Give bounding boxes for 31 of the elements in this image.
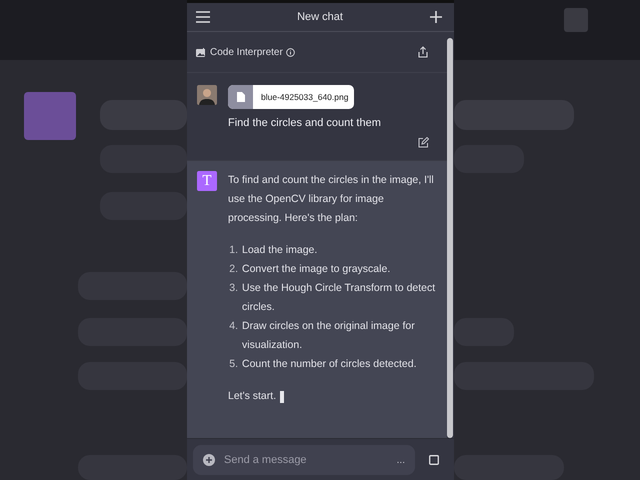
user-message-text: Find the circles and count them (228, 117, 381, 129)
assistant-intro: To find and count the circles in the image, I'll use the OpenCV library for image processing. Here's the plan: (228, 173, 435, 226)
step-text: Draw circles on the original image for visualization. (242, 319, 416, 353)
assistant-avatar: T (197, 171, 217, 191)
step-text: Convert the image to grayscale. (242, 262, 390, 277)
cursor-icon (280, 390, 284, 402)
share-icon[interactable] (418, 46, 428, 58)
step-text: Count the number of circles detected. (242, 357, 417, 372)
step-text: Load the image. (242, 243, 318, 258)
image-plugin-icon (196, 48, 206, 56)
scrollbar-thumb[interactable] (447, 38, 453, 438)
user-avatar (197, 85, 217, 105)
step-number: 1. (228, 243, 238, 258)
closing-text: Let's start. (228, 389, 276, 404)
plus-circle-icon[interactable] (203, 454, 215, 466)
info-icon[interactable] (286, 48, 295, 56)
message-field[interactable]: Send a message ... (193, 445, 415, 475)
step-text: Use the Hough Circle Transform to detect circles. (242, 281, 436, 315)
more-button[interactable]: ... (396, 454, 405, 466)
plus-icon[interactable] (430, 11, 442, 23)
edit-icon[interactable] (418, 137, 429, 148)
file-attachment[interactable]: blue-4925033_640.png (228, 85, 354, 109)
step-number: 3. (228, 281, 238, 296)
stop-icon[interactable] (429, 455, 439, 465)
step-number: 2. (228, 262, 238, 277)
file-icon (236, 92, 244, 102)
menu-icon[interactable] (196, 11, 210, 23)
chat-title: New chat (297, 11, 343, 23)
plugin-label: Code Interpreter (210, 46, 283, 58)
step-number: 4. (228, 319, 238, 334)
step-number: 5. (228, 357, 238, 372)
